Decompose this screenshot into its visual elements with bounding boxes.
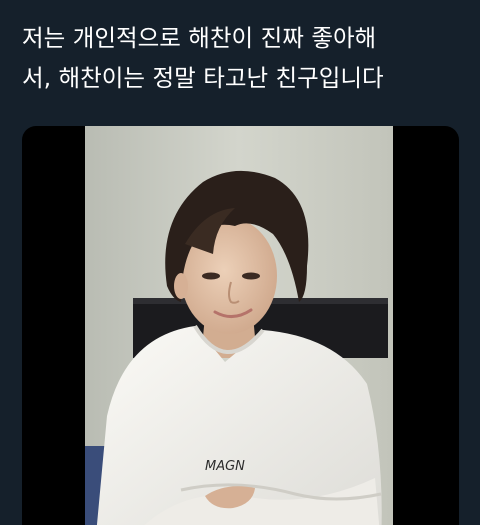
video-still-image: MAGN [85,126,393,525]
tweet-media[interactable]: MAGN [22,126,459,525]
right-eye [242,272,260,280]
tweet-view: 저는 개인적으로 해찬이 진짜 좋아해 서, 해찬이는 정말 타고난 친구입니다 [0,0,480,525]
left-eye [202,272,220,280]
shirt-print: MAGN [205,459,245,474]
tweet-text: 저는 개인적으로 해찬이 진짜 좋아해 서, 해찬이는 정말 타고난 친구입니다 [22,24,384,92]
video-still[interactable]: MAGN [85,126,393,525]
